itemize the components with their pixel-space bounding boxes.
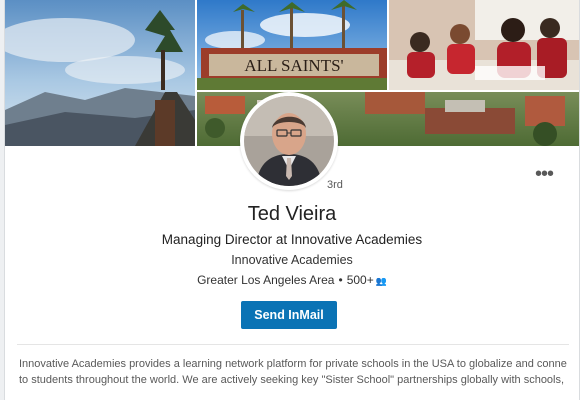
profile-photo[interactable] [240,92,338,190]
connection-degree: 3rd [327,179,343,191]
profile-name: Ted Vieira [247,203,337,225]
sign-text: ALL SAINTS' [244,56,343,75]
connections-count[interactable]: 500+ [347,273,374,287]
avatar [244,96,334,186]
summary-line-2: to students throughout the world. We are… [19,374,567,386]
avatar-image [244,96,334,186]
send-inmail-button[interactable]: Send InMail [241,301,337,329]
summary-line-1: Innovative Academies provides a learning… [19,358,567,370]
meta-separator: • [338,273,343,287]
more-options-icon[interactable]: ••• [535,164,554,184]
profile-headline: Managing Director at Innovative Academie… [161,232,423,247]
divider [17,344,569,345]
profile-location: Greater Los Angeles Area [197,273,335,287]
profile-company[interactable]: Innovative Academies [5,253,579,267]
profile-card: ALL SAINTS' 3rd ••• Ted Vieira Managing … [4,0,580,400]
people-icon: 👥 [375,276,387,286]
profile-meta: Greater Los Angeles Area • 500+ 👥 [5,273,579,287]
profile-summary[interactable]: Innovative Academies provides a learning… [19,356,567,388]
